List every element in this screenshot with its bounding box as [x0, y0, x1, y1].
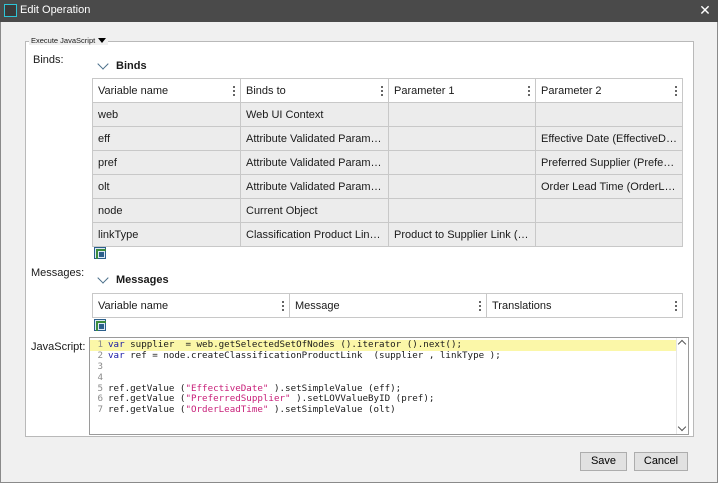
code-line[interactable]: 7 ref.getValue ("OrderLeadTime" ).setSimp… [90, 404, 688, 416]
column-menu-icon[interactable] [675, 300, 677, 312]
table-cell[interactable]: Classification Product Link Ty... [240, 222, 389, 247]
javascript-editor[interactable]: 1 var supplier = web.getSelectedSetOfNode… [89, 337, 689, 435]
column-header[interactable]: Translations [486, 293, 683, 318]
scroll-up-icon[interactable] [677, 339, 687, 349]
add-bind-icon[interactable] [94, 247, 106, 259]
code-token: ref.getValue ( [108, 382, 186, 394]
table-cell[interactable]: Order Lead Time (OrderLead... [535, 174, 683, 199]
code-token: var [108, 349, 131, 361]
code-token: ref.getValue ( [108, 393, 186, 405]
code-token: "EffectiveDate" [185, 382, 269, 394]
table-row[interactable]: eff Attribute Validated Parameter Effectiv… [92, 126, 683, 151]
table-cell[interactable]: Web UI Context [240, 102, 389, 127]
scroll-down-icon[interactable] [677, 422, 687, 432]
table-row[interactable]: web Web UI Context [92, 102, 683, 127]
table-row[interactable]: pref Attribute Validated Parameter Preferr… [92, 150, 683, 175]
column-header-label: Parameter 1 [394, 84, 455, 97]
column-menu-icon[interactable] [675, 85, 677, 97]
table-cell[interactable]: Attribute Validated Parameter [240, 174, 389, 199]
messages-section-toggle[interactable]: Messages [97, 272, 169, 286]
editor-scrollbar[interactable] [676, 338, 688, 434]
table-cell[interactable]: Preferred Supplier (Preferred... [535, 150, 683, 175]
table-cell[interactable] [535, 222, 683, 247]
dropdown-arrow-icon [98, 38, 107, 43]
line-number: 7 [97, 404, 103, 416]
messages-table: Variable name Message Translations [92, 293, 683, 318]
table-cell[interactable]: linkType [92, 222, 241, 247]
table-cell[interactable] [388, 102, 536, 127]
chevron-down-icon [97, 272, 109, 284]
window-title: Edit Operation [20, 4, 91, 16]
column-menu-icon[interactable] [233, 85, 235, 97]
column-header[interactable]: Variable name [92, 293, 290, 318]
column-header[interactable]: Binds to [240, 78, 389, 103]
table-cell[interactable]: olt [92, 174, 241, 199]
code-token: ).setLOVValueByID (pref); [290, 393, 435, 405]
table-cell[interactable]: node [92, 198, 241, 223]
column-header[interactable]: Message [289, 293, 487, 318]
code-token: ).setSimpleValue (olt) [268, 404, 396, 416]
code-token: ).setSimpleValue (eff); [268, 382, 402, 394]
table-cell[interactable] [388, 174, 536, 199]
table-row[interactable]: node Current Object [92, 198, 683, 223]
table-cell[interactable]: Current Object [240, 198, 389, 223]
code-token: "PreferredSupplier" [185, 393, 291, 405]
table-cell[interactable] [388, 198, 536, 223]
title-bar: Edit Operation ✕ [0, 0, 718, 22]
column-menu-icon[interactable] [381, 85, 383, 97]
code-token: ref.getValue ( [108, 404, 186, 416]
column-header-label: Binds to [246, 84, 286, 97]
cancel-button[interactable]: Cancel [634, 452, 688, 471]
column-header-label: Variable name [98, 299, 169, 312]
table-cell[interactable]: web [92, 102, 241, 127]
column-menu-icon[interactable] [479, 300, 481, 312]
table-row[interactable]: linkType Classification Product Link Ty..… [92, 222, 683, 247]
code-token: supplier = web.getSelectedSetOfNodes ().… [130, 339, 463, 350]
close-button[interactable]: ✕ [692, 0, 718, 22]
messages-label: Messages: [31, 267, 85, 279]
app-window-icon [4, 4, 17, 17]
code-token: var [108, 339, 131, 350]
table-cell[interactable]: Attribute Validated Parameter [240, 126, 389, 151]
code-line[interactable]: 2 var ref = node.createClassificationProd… [90, 349, 688, 362]
code-line[interactable]: 3 [90, 361, 688, 373]
table-cell[interactable]: pref [92, 150, 241, 175]
binds-section-title: Binds [116, 60, 147, 72]
add-message-icon[interactable] [94, 319, 106, 331]
save-button[interactable]: Save [580, 452, 627, 471]
column-header-label: Variable name [98, 84, 169, 97]
binds-section-toggle[interactable]: Binds [97, 58, 147, 72]
table-cell[interactable] [535, 198, 683, 223]
line-number: 4 [97, 371, 103, 383]
table-cell[interactable] [388, 150, 536, 175]
code-token: ref = node.createClassificationProductLi… [130, 349, 501, 361]
binds-table: Variable name Binds to Parameter 1 Paramete… [92, 78, 683, 247]
column-header-label: Message [295, 299, 340, 312]
column-menu-icon[interactable] [282, 300, 284, 312]
table-cell[interactable]: eff [92, 126, 241, 151]
column-header-label: Parameter 2 [541, 84, 602, 97]
column-menu-icon[interactable] [528, 85, 530, 97]
column-header[interactable]: Parameter 2 [535, 78, 683, 103]
chevron-down-icon [97, 58, 109, 70]
column-header-label: Translations [492, 299, 552, 312]
group-title: Execute JavaScript [31, 36, 96, 45]
messages-section-title: Messages [116, 274, 169, 286]
table-cell[interactable]: Product to Supplier Link (Pro... [388, 222, 536, 247]
column-header[interactable]: Parameter 1 [388, 78, 536, 103]
table-cell[interactable]: Attribute Validated Parameter [240, 150, 389, 175]
javascript-label: JavaScript: [31, 341, 86, 353]
table-cell[interactable]: Effective Date (EffectiveDate) [535, 126, 683, 151]
group-toggle[interactable]: Execute JavaScript [29, 36, 109, 45]
dialog-body: Execute JavaScript Binds: Binds Variable… [0, 22, 718, 483]
column-header[interactable]: Variable name [92, 78, 241, 103]
table-row[interactable]: olt Attribute Validated Parameter Order Le… [92, 174, 683, 199]
table-cell[interactable] [388, 126, 536, 151]
binds-label: Binds: [33, 54, 64, 66]
table-cell[interactable] [535, 102, 683, 127]
code-token: "OrderLeadTime" [185, 404, 269, 416]
